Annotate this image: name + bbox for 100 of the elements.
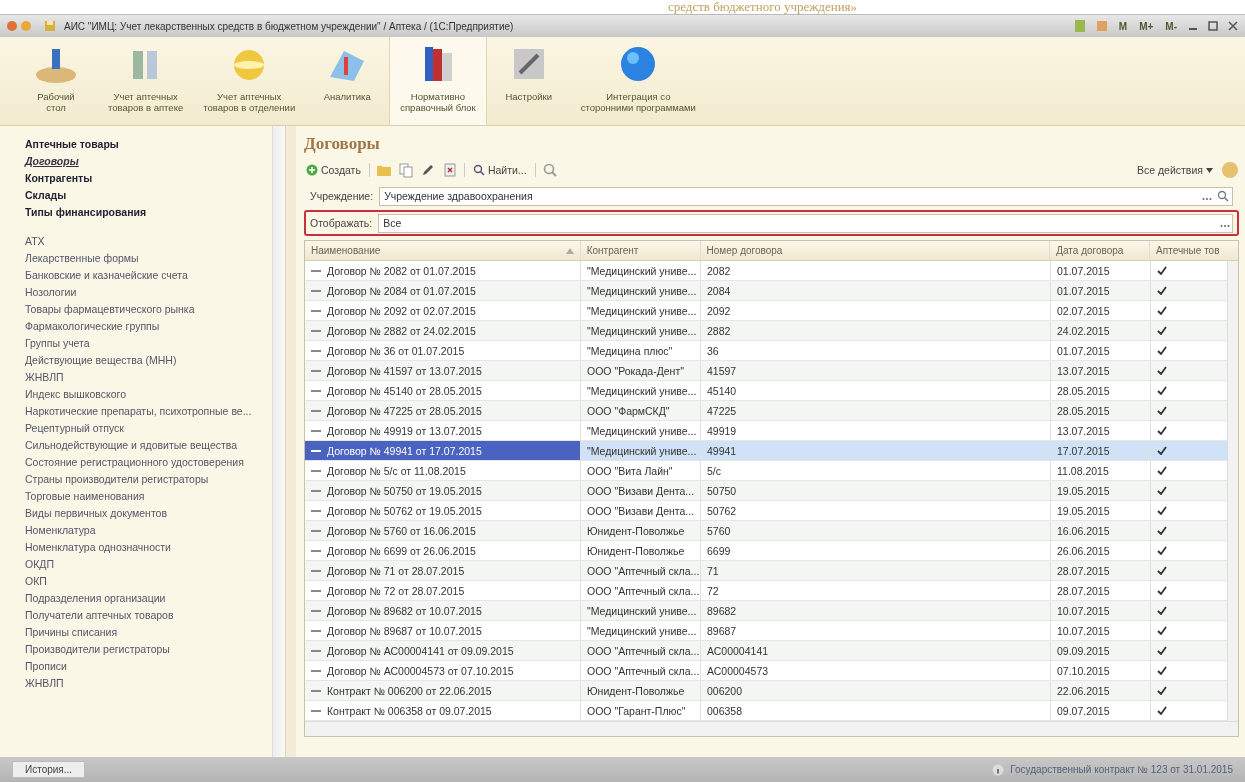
table-cell: Договор № 2092 от 02.07.2015 [327,304,476,317]
table-row[interactable]: Договор № 2084 от 01.07.2015 "Медицинский униве... 2084 01.07.2015 [305,281,1227,301]
table-row[interactable]: Договор № 41597 от 13.07.2015 ООО "Рокада-Дент" 41597 13.07.2015 [305,361,1227,381]
table-row[interactable]: Контракт № 006200 от 22.06.2015 Юнидент-Поволжье 006200 22.06.2015 [305,681,1227,701]
table-row[interactable]: Договор № 50750 от 19.05.2015 ООО "Визави Дента... 50750 19.05.2015 [305,481,1227,501]
sidebar-item[interactable]: Наркотические препараты, психотропные ве... [25,403,264,420]
sidebar-item[interactable]: Получатели аптечных товаров [25,607,264,624]
sidebar-item[interactable]: Прописи [25,658,264,675]
plus-icon [306,164,318,176]
table-cell: Договор № 41597 от 13.07.2015 [327,364,482,377]
window-title: АИС "ИМЦ: Учет лекарственных средств в бюджетном учреждении" / Аптека / (1С:Предприятие) [64,20,514,32]
table-cell: ООО "Вита Лайн" [587,464,673,477]
sidebar-item[interactable]: Контрагенты [25,170,264,187]
sidebar-item[interactable]: Рецептурный отпуск [25,420,264,437]
sidebar-item[interactable]: Номенклатура [25,522,264,539]
table-cell: Юнидент-Поволжье [587,684,685,697]
sidebar-item[interactable]: Типы финансирования [25,204,264,221]
info-icon [992,763,1005,776]
table-cell: Договор № 6699 от 26.06.2015 [327,544,476,557]
sidebar-item[interactable]: Торговые наименования [25,488,264,505]
sidebar-item[interactable]: Склады [25,187,264,204]
save-icon[interactable] [44,20,56,32]
scrollbar[interactable] [1227,261,1238,721]
table-row[interactable]: Договор № 5760 от 16.06.2015 Юнидент-Поволжье 5760 16.06.2015 [305,521,1227,541]
history-button[interactable]: История... [12,761,86,778]
sidebar-item[interactable]: Сильнодействующие и ядовитые вещества [25,437,264,454]
table-cell: 89682 [707,604,737,617]
table-cell: "Медицинский униве... [587,264,697,277]
scrollbar[interactable] [272,126,285,757]
input-field[interactable]: Учреждение здравоохранения [379,186,1233,206]
table-cell: 07.10.2015 [1057,664,1110,677]
table-cell: 72 [707,584,719,597]
table-row[interactable]: Договор № АС00004141 от 09.09.2015 ООО "Аптечный скла... АС00004141 09.09.2015 [305,641,1227,661]
sidebar-item[interactable]: АТХ [25,233,264,250]
sidebar-item[interactable]: Подразделения организации [25,590,264,607]
sidebar-item[interactable]: Аптечные товары [25,136,264,153]
memory-button[interactable]: M [1116,20,1130,32]
table-cell: ООО "Гарант-Плюс" [587,704,686,717]
sidebar-item[interactable]: ЖНВЛП [25,369,264,386]
sidebar-item[interactable]: Индекс вышковского [25,386,264,403]
search-icon[interactable] [1217,190,1229,202]
search-icon[interactable] [541,162,558,178]
all-actions-button[interactable]: Все действия [1134,164,1215,176]
table-cell: 01.07.2015 [1057,344,1110,357]
section-tab[interactable]: Интеграция со сторонними программами [570,37,706,125]
column-header[interactable]: Дата договора [1050,241,1151,260]
table-cell: 5/с [707,464,721,477]
sidebar-item[interactable]: ОКДП [25,556,264,573]
column-header[interactable]: Аптечные тов [1150,241,1226,260]
table-cell: ООО "Визави Дента... [587,504,695,517]
sidebar-item[interactable]: Договоры [25,153,264,170]
caret-icon [1206,167,1213,173]
close-icon[interactable] [1227,20,1239,32]
table-cell: "Медицинский униве... [587,624,697,637]
find-button[interactable]: Найти... [470,164,529,176]
column-header[interactable]: Контрагент [580,241,701,260]
table-row[interactable]: Договор № 89682 от 10.07.2015 "Медицинский униве... 89682 10.07.2015 [305,601,1227,621]
sidebar-item[interactable]: ЖНВЛП [25,675,264,692]
memory-button[interactable]: M- [1163,20,1179,32]
section-tab[interactable]: Настройки [486,37,571,125]
memory-button[interactable]: M+ [1137,20,1156,32]
section-tab[interactable]: Учет аптечных товаров в отделении [193,37,306,125]
table-row[interactable]: Договор № 49941 от 17.07.2015 "Медицинский униве... 49941 17.07.2015 [305,441,1227,461]
sidebar-item[interactable]: Производители регистраторы [25,641,264,658]
copy-icon[interactable] [397,162,414,178]
sidebar-item[interactable]: Товары фармацевтического рынка [25,301,264,318]
sidebar-item[interactable]: Страны производители регистраторы [25,471,264,488]
table-cell: "Медицинский униве... [587,424,697,437]
table-cell: Договор № 47225 от 28.05.2015 [327,404,482,417]
column-header[interactable]: Наименование [305,241,581,260]
create-button[interactable]: Создать [304,164,363,176]
table-cell: 13.07.2015 [1057,364,1110,377]
sidebar-item[interactable]: ОКП [25,573,264,590]
sidebar-item[interactable]: Виды первичных документов [25,505,264,522]
table-row[interactable]: Договор № 71 от 28.07.2015 ООО "Аптечный скла... 71 28.07.2015 [305,561,1227,581]
section-tab[interactable]: Рабочий стол [14,37,98,125]
table-row[interactable]: Договор № 47225 от 28.05.2015 ООО "ФармСКД" 47225 28.05.2015 [305,401,1227,421]
contract-link[interactable]: Государственный контракт № 123 от 31.01.2015 [1010,764,1233,775]
sidebar-item[interactable]: Причины списания [25,624,264,641]
section-tab[interactable]: Учет аптечных товаров в аптеке [98,37,194,125]
maximize-icon[interactable] [1207,20,1219,32]
input-field[interactable]: Все [378,213,1233,233]
scrollbar[interactable] [305,721,1238,736]
sidebar-item[interactable]: Состояние регистрационного удостоверения [25,454,264,471]
table-cell: 2882 [707,324,731,337]
sidebar-item[interactable]: Лекарственные формы [25,250,264,267]
sidebar-item[interactable]: Группы учета [25,335,264,352]
delete-icon[interactable] [441,162,458,178]
sidebar-item[interactable]: Нозологии [25,284,264,301]
table-row[interactable]: Договор № 2882 от 24.02.2015 "Медицинский униве... 2882 24.02.2015 [305,321,1227,341]
table-cell: 36 [707,344,719,357]
sidebar-item[interactable]: Фармакологические группы [25,318,264,335]
table-cell: "Медицинский униве... [587,604,697,617]
sidebar-item[interactable]: Банковские и казначейские счета [25,267,264,284]
sidebar-item[interactable]: Действующие вещества (МНН) [25,352,264,369]
sidebar-item[interactable]: Номенклатура однозначности [25,539,264,556]
section-tab[interactable]: Аналитика [305,37,390,125]
section-tab[interactable]: Нормативно справочный блок [389,37,487,125]
table-cell: ООО "Аптечный скла... [587,584,700,597]
column-header[interactable]: Номер договора [700,241,1051,260]
